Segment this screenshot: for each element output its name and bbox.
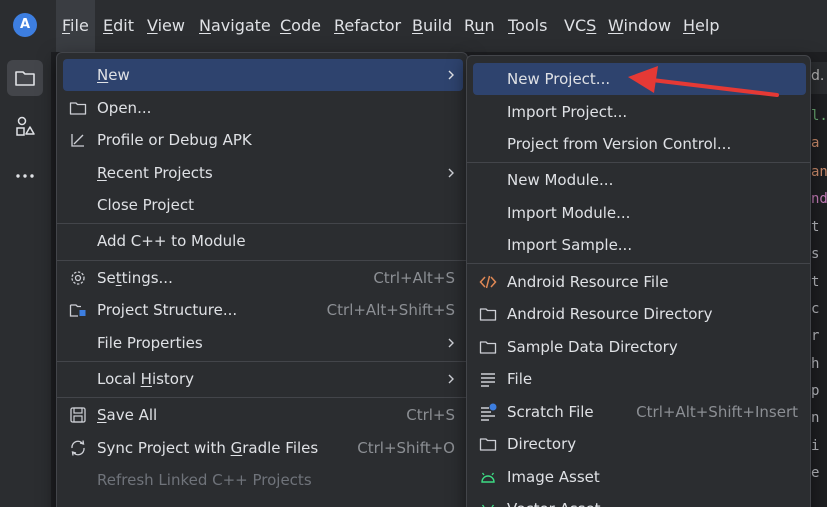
menu-separator [467, 162, 810, 163]
menu-item-import-sample[interactable]: Import Sample... [473, 229, 806, 261]
menu-item-file[interactable]: File [473, 363, 806, 395]
save-icon [70, 407, 86, 423]
menu-code[interactable]: Code [274, 0, 327, 52]
new-submenu: New Project... Import Project... Project… [466, 55, 811, 507]
code-line: p [811, 383, 820, 399]
android-icon [481, 504, 495, 507]
file-menu: New Open... Profile or Debug APK Recent … [56, 52, 468, 507]
chevron-right-icon [448, 168, 454, 178]
code-line: c [811, 301, 820, 317]
code-line: e [811, 465, 820, 481]
menu-file[interactable]: File [56, 0, 95, 52]
menu-item-save-all[interactable]: Save All Ctrl+S [63, 399, 463, 431]
menu-item-android-resource-directory[interactable]: Android Resource Directory [473, 298, 806, 330]
menu-run[interactable]: Run [458, 0, 501, 52]
code-line: l. [811, 108, 827, 124]
menu-item-sample-data-directory[interactable]: Sample Data Directory [473, 331, 806, 363]
shortcut-label: Ctrl+Alt+S [373, 269, 455, 287]
shortcut-label: Ctrl+S [406, 406, 455, 424]
menu-item-image-asset[interactable]: Image Asset [473, 461, 806, 493]
resource-manager-button[interactable] [7, 108, 43, 144]
menu-navigate[interactable]: Navigate [193, 0, 277, 52]
code-line: r [811, 328, 820, 344]
folder-icon [479, 308, 497, 321]
project-tool-button[interactable] [7, 60, 43, 96]
code-line: a [811, 135, 820, 151]
menu-separator [57, 397, 467, 398]
folder-icon [69, 102, 87, 115]
shortcut-label: Ctrl+Alt+Shift+Insert [636, 403, 798, 421]
text-file-icon [481, 373, 495, 387]
folder-icon [479, 438, 497, 451]
menu-bar: File Edit View Navigate Code Refactor Bu… [0, 0, 827, 52]
shapes-icon [16, 116, 35, 136]
menu-item-local-history[interactable]: Local History [63, 363, 463, 395]
menu-item-sync-gradle[interactable]: Sync Project with Gradle Files Ctrl+Shif… [63, 432, 463, 464]
code-line: an [811, 164, 827, 180]
menu-item-profile-debug-apk[interactable]: Profile or Debug APK [63, 124, 463, 156]
tool-window-strip [0, 52, 52, 507]
chevron-right-icon [448, 374, 454, 384]
menu-item-project-from-vcs[interactable]: Project from Version Control... [473, 128, 806, 160]
more-dots-icon [16, 174, 34, 178]
shortcut-label: Ctrl+Alt+Shift+S [326, 301, 455, 319]
code-line: h [811, 356, 820, 372]
menu-tools[interactable]: Tools [502, 0, 553, 52]
code-brackets-icon [479, 275, 497, 289]
profile-apk-icon [71, 134, 84, 147]
menu-help[interactable]: Help [677, 0, 725, 52]
gear-icon [71, 271, 85, 285]
folder-icon [479, 341, 497, 354]
menu-item-project-structure[interactable]: Project Structure... Ctrl+Alt+Shift+S [63, 294, 463, 326]
code-line: nd [811, 191, 827, 207]
code-line: i [811, 438, 820, 454]
code-line: s [811, 246, 820, 262]
menu-separator [57, 260, 467, 261]
gradle-sync-icon [71, 440, 85, 456]
menu-separator [467, 263, 810, 264]
menu-item-scratch-file[interactable]: Scratch File Ctrl+Alt+Shift+Insert [473, 396, 806, 428]
menu-separator [57, 361, 467, 362]
menu-item-add-cpp-to-module[interactable]: Add C++ to Module [63, 225, 463, 257]
more-tools-button[interactable] [7, 158, 43, 194]
android-icon [481, 472, 495, 483]
menu-item-import-module[interactable]: Import Module... [473, 197, 806, 229]
scratch-file-icon [481, 403, 497, 421]
code-line: t [811, 219, 820, 235]
menu-item-refresh-linked-cpp: Refresh Linked C++ Projects [97, 471, 312, 489]
menu-item-recent-projects[interactable]: Recent Projects [63, 157, 463, 189]
menu-item-file-properties[interactable]: File Properties [63, 327, 463, 359]
folder-icon [15, 71, 35, 86]
project-structure-icon [69, 304, 86, 317]
menu-item-vector-asset[interactable]: Vector Asset [473, 493, 806, 507]
menu-item-import-project[interactable]: Import Project... [473, 96, 806, 128]
code-line: n [811, 410, 820, 426]
menu-build[interactable]: Build [406, 0, 458, 52]
menu-item-new[interactable]: New [63, 59, 463, 91]
chevron-right-icon [448, 70, 454, 80]
shortcut-label: Ctrl+Shift+O [357, 439, 455, 457]
menu-item-directory[interactable]: Directory [473, 428, 806, 460]
menu-edit[interactable]: Edit [97, 0, 140, 52]
code-line: t [811, 274, 820, 290]
menu-window[interactable]: Window [602, 0, 677, 52]
menu-item-new-project[interactable]: New Project... [473, 63, 806, 95]
menu-vcs[interactable]: VCS [558, 0, 602, 52]
menu-refactor[interactable]: Refactor [328, 0, 407, 52]
menu-view[interactable]: View [141, 0, 191, 52]
menu-item-open[interactable]: Open... [63, 92, 463, 124]
menu-separator [57, 223, 467, 224]
android-studio-logo-icon[interactable] [13, 13, 37, 37]
menu-item-new-module[interactable]: New Module... [473, 164, 806, 196]
menu-item-settings[interactable]: Settings... Ctrl+Alt+S [63, 262, 463, 294]
menu-item-android-resource-file[interactable]: Android Resource File [473, 266, 806, 298]
chevron-right-icon [448, 338, 454, 348]
menu-item-close-project[interactable]: Close Project [63, 189, 463, 221]
